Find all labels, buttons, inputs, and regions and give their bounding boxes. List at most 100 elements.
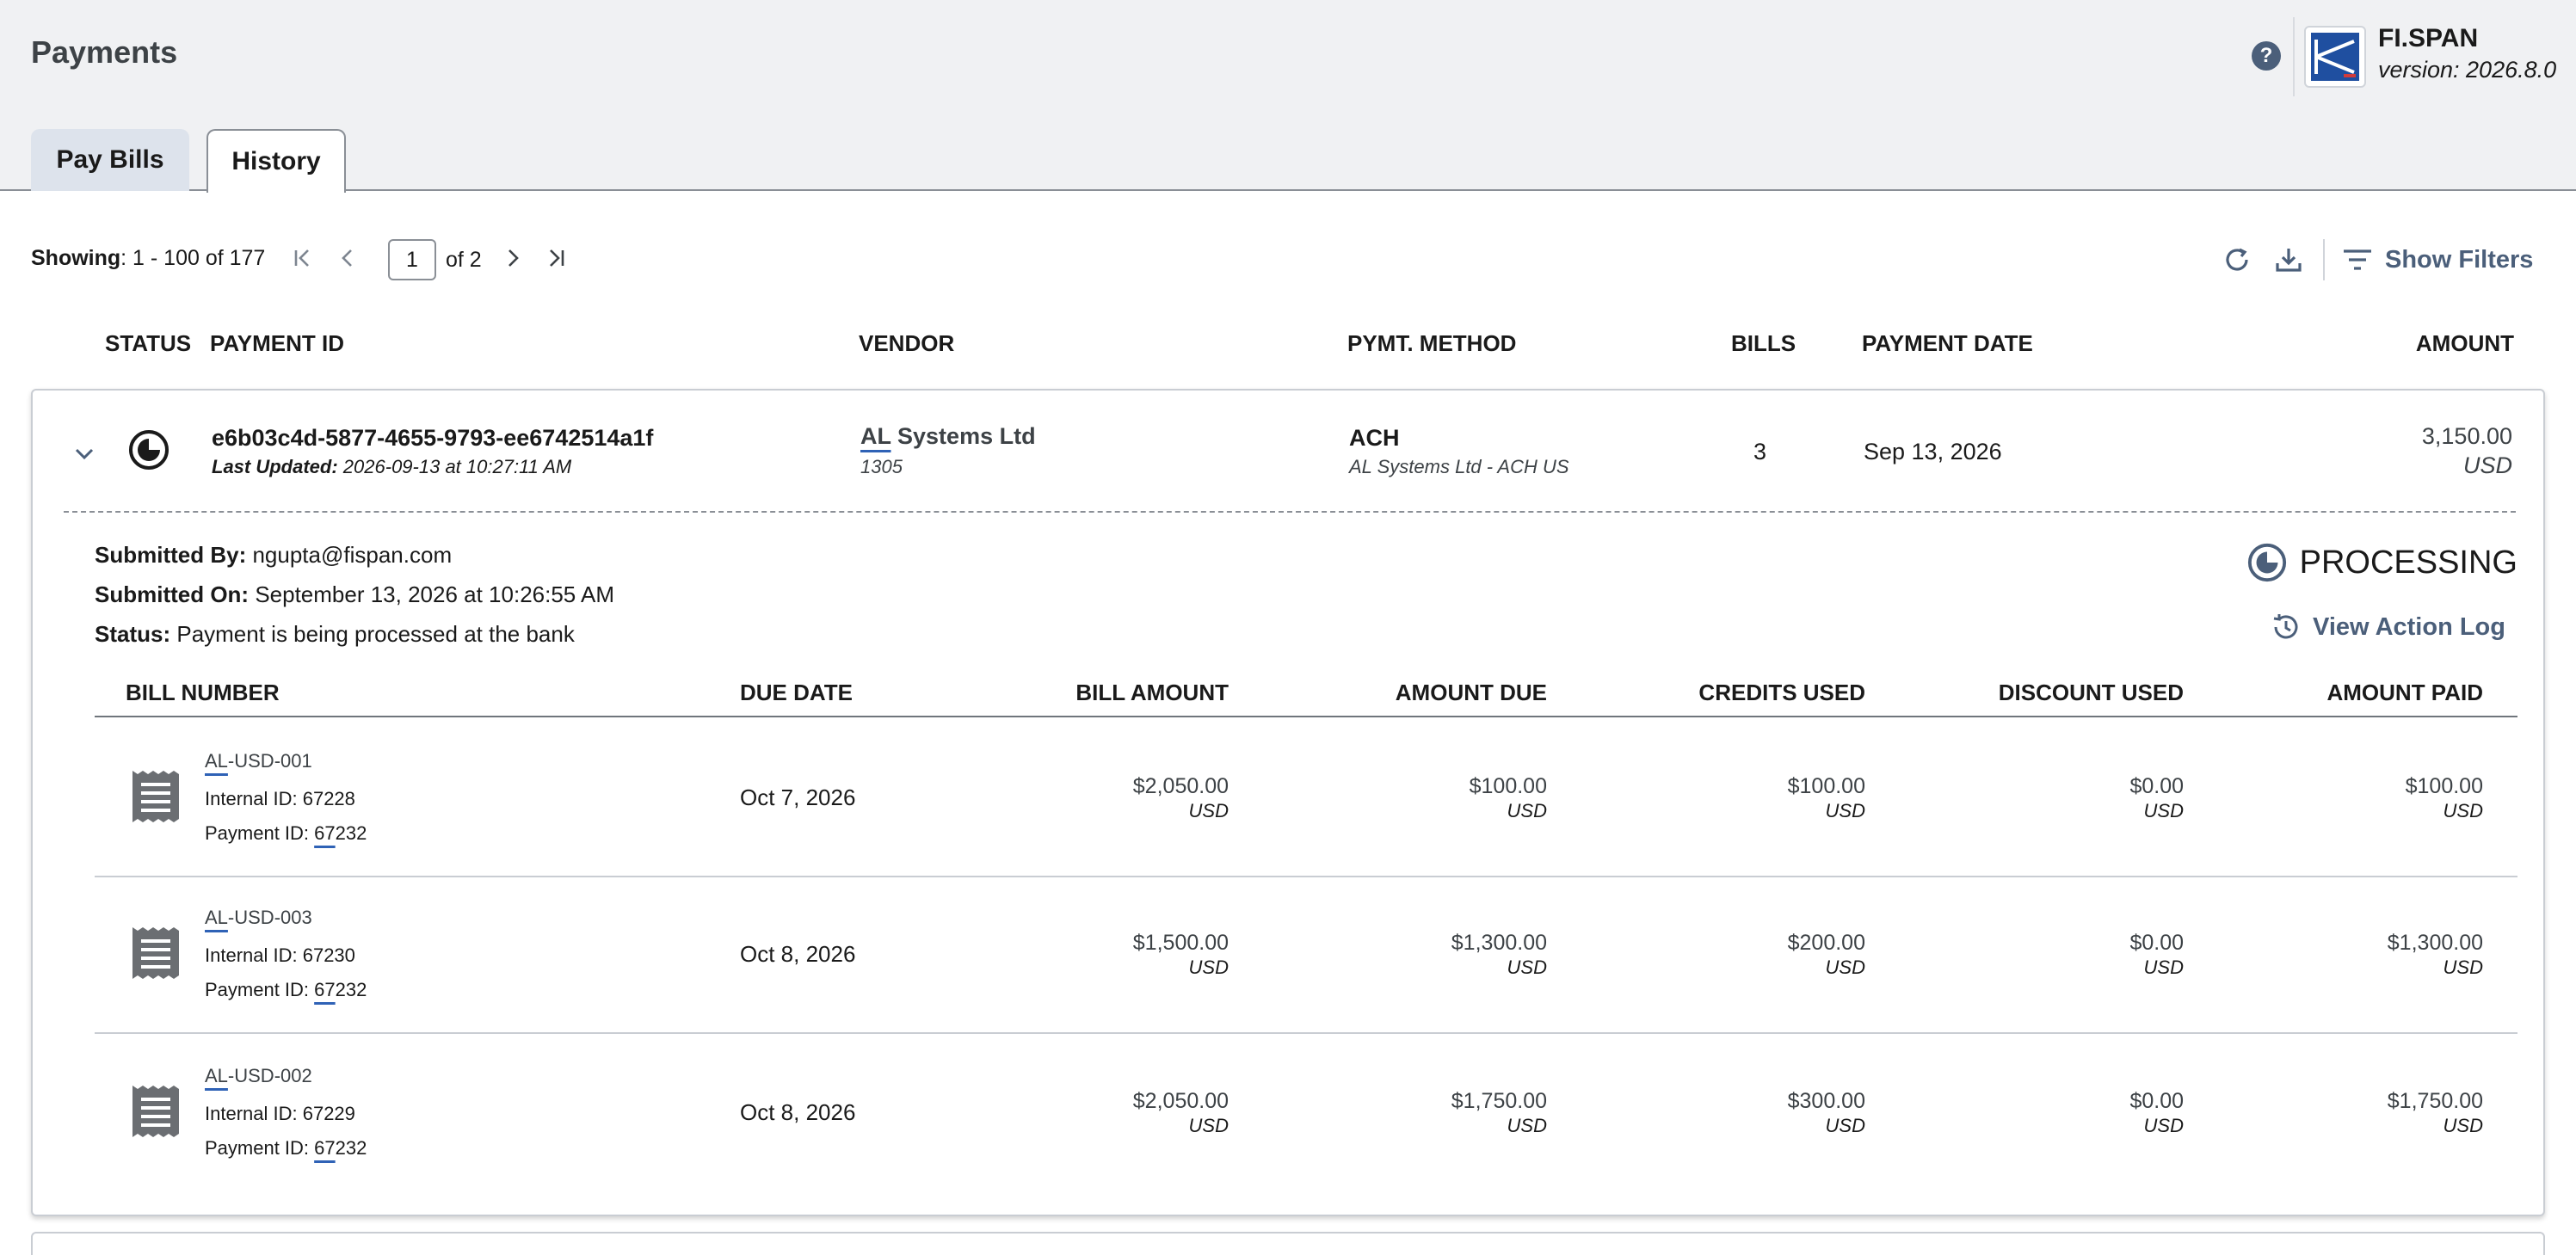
download-icon[interactable] bbox=[2270, 241, 2308, 279]
tab-pay-bills[interactable]: Pay Bills bbox=[31, 129, 189, 191]
col-bill-number: BILL NUMBER bbox=[126, 680, 280, 705]
processing-icon bbox=[2247, 543, 2286, 582]
col-payment-date[interactable]: PAYMENT DATE bbox=[1862, 330, 2033, 357]
showing-count: Showing: 1 - 100 of 177 bbox=[31, 246, 266, 270]
amount-due: $1,300.00 bbox=[1451, 931, 1547, 955]
col-due-date: DUE DATE bbox=[740, 680, 853, 705]
col-amount-paid: AMOUNT PAID bbox=[2326, 680, 2483, 705]
bill-amount: $1,500.00 bbox=[1132, 931, 1229, 955]
discount-used-currency: USD bbox=[2143, 957, 2184, 978]
bill-amount-currency: USD bbox=[1188, 957, 1229, 978]
bill-amount-currency: USD bbox=[1188, 800, 1229, 821]
bill-number-link[interactable]: AL-USD-002 bbox=[205, 1065, 312, 1087]
payment-id[interactable]: e6b03c4d-5877-4655-9793-ee6742514a1f bbox=[212, 425, 653, 452]
payment-card: e6b03c4d-5877-4655-9793-ee6742514a1f Las… bbox=[31, 389, 2545, 1216]
bill-number-link[interactable]: AL-USD-003 bbox=[205, 907, 312, 929]
credits-used-currency: USD bbox=[1825, 957, 1865, 978]
col-amount-due: AMOUNT DUE bbox=[1395, 680, 1547, 705]
fispan-logo bbox=[2304, 26, 2366, 88]
view-action-log-label: View Action Log bbox=[2313, 612, 2505, 641]
bill-header-divider bbox=[95, 716, 2517, 717]
credits-used: $100.00 bbox=[1787, 774, 1865, 798]
amount-paid-currency: USD bbox=[2443, 800, 2483, 821]
bill-payment-id: Payment ID: 67232 bbox=[205, 1137, 367, 1159]
tab-history[interactable]: History bbox=[206, 129, 346, 193]
bill-internal-id: Internal ID: 67228 bbox=[205, 788, 355, 809]
credits-used-currency: USD bbox=[1825, 1115, 1865, 1136]
amount-due: $1,750.00 bbox=[1451, 1089, 1547, 1113]
bill-internal-id: Internal ID: 67229 bbox=[205, 1103, 355, 1124]
bill-internal-id: Internal ID: 67230 bbox=[205, 944, 355, 966]
receipt-icon bbox=[131, 926, 181, 981]
col-bill-amount: BILL AMOUNT bbox=[1075, 680, 1229, 705]
filter-icon bbox=[2344, 249, 2371, 270]
page-total: of 2 bbox=[446, 248, 482, 272]
view-action-log-button[interactable]: View Action Log bbox=[2270, 611, 2505, 643]
col-discount-used: DISCOUNT USED bbox=[1998, 680, 2184, 705]
brand-divider bbox=[2293, 17, 2295, 96]
submitted-on: Submitted On: September 13, 2026 at 10:2… bbox=[95, 581, 615, 607]
processing-status-icon bbox=[127, 428, 170, 471]
bill-payment-id: Payment ID: 67232 bbox=[205, 822, 367, 844]
history-icon bbox=[2273, 614, 2298, 639]
amount-paid: $1,750.00 bbox=[2387, 1089, 2483, 1113]
col-credits-used: CREDITS USED bbox=[1698, 680, 1865, 705]
col-payment-id[interactable]: PAYMENT ID bbox=[210, 330, 344, 357]
bill-amount: $2,050.00 bbox=[1132, 774, 1229, 798]
discount-used: $0.00 bbox=[2129, 931, 2184, 955]
discount-used: $0.00 bbox=[2129, 1089, 2184, 1113]
receipt-icon bbox=[131, 1084, 181, 1139]
discount-used-currency: USD bbox=[2143, 800, 2184, 821]
amount-paid: $1,300.00 bbox=[2387, 931, 2483, 955]
receipt-icon bbox=[131, 769, 181, 824]
amount-due: $100.00 bbox=[1469, 774, 1547, 798]
payment-method-detail: AL Systems Ltd - ACH US bbox=[1349, 456, 1569, 477]
amount-due-currency: USD bbox=[1507, 800, 1547, 821]
credits-used: $300.00 bbox=[1787, 1089, 1865, 1113]
bill-due-date: Oct 7, 2026 bbox=[740, 784, 856, 810]
help-icon[interactable]: ? bbox=[2252, 41, 2281, 71]
bill-count: 3 bbox=[1753, 439, 1767, 464]
col-vendor[interactable]: VENDOR bbox=[859, 330, 954, 357]
page-number-input[interactable]: 1 bbox=[388, 239, 436, 280]
payment-date: Sep 13, 2026 bbox=[1864, 439, 2002, 464]
row-divider bbox=[95, 876, 2517, 877]
amount-paid: $100.00 bbox=[2405, 774, 2483, 798]
first-page-icon[interactable] bbox=[289, 243, 317, 274]
bill-due-date: Oct 8, 2026 bbox=[740, 941, 856, 967]
bill-due-date: Oct 8, 2026 bbox=[740, 1099, 856, 1125]
col-bills[interactable]: BILLS bbox=[1731, 330, 1796, 357]
submitted-by: Submitted By: ngupta@fispan.com bbox=[95, 542, 453, 568]
show-filters-label: Show Filters bbox=[2385, 245, 2534, 274]
previous-page-icon[interactable] bbox=[334, 243, 361, 274]
status-badge-label: PROCESSING bbox=[2299, 544, 2517, 581]
bill-amount: $2,050.00 bbox=[1132, 1089, 1229, 1113]
top-bar: Payments ? FI.SPAN version: 2026.8.0 Pay… bbox=[0, 0, 2576, 193]
refresh-icon[interactable] bbox=[2218, 241, 2256, 279]
amount-paid-currency: USD bbox=[2443, 957, 2483, 978]
amount-paid-currency: USD bbox=[2443, 1115, 2483, 1136]
status-badge: PROCESSING bbox=[2246, 542, 2517, 583]
discount-used: $0.00 bbox=[2129, 774, 2184, 798]
next-payment-card[interactable] bbox=[31, 1232, 2545, 1255]
payment-currency: USD bbox=[2462, 452, 2512, 478]
discount-used-currency: USD bbox=[2143, 1115, 2184, 1136]
amount-due-currency: USD bbox=[1507, 1115, 1547, 1136]
bill-number-link[interactable]: AL-USD-001 bbox=[205, 750, 312, 772]
toolbar-divider bbox=[2323, 239, 2325, 280]
col-amount[interactable]: AMOUNT bbox=[2416, 330, 2514, 357]
next-page-icon[interactable] bbox=[499, 243, 527, 274]
show-filters-button[interactable]: Show Filters bbox=[2342, 241, 2533, 279]
bill-payment-id: Payment ID: 67232 bbox=[205, 979, 367, 1000]
payment-method: ACH bbox=[1349, 425, 1400, 451]
last-page-icon[interactable] bbox=[542, 243, 570, 274]
collapse-chevron-icon[interactable] bbox=[69, 439, 100, 470]
credits-used-currency: USD bbox=[1825, 800, 1865, 821]
col-payment-method[interactable]: PYMT. METHOD bbox=[1347, 330, 1516, 357]
vendor-name[interactable]: AL Systems Ltd bbox=[860, 423, 1036, 450]
col-status[interactable]: STATUS bbox=[105, 330, 191, 357]
fispan-logo-icon bbox=[2311, 33, 2359, 81]
status-detail: Status: Payment is being processed at th… bbox=[95, 621, 575, 647]
vendor-id: 1305 bbox=[860, 456, 903, 477]
page-title: Payments bbox=[31, 34, 178, 70]
